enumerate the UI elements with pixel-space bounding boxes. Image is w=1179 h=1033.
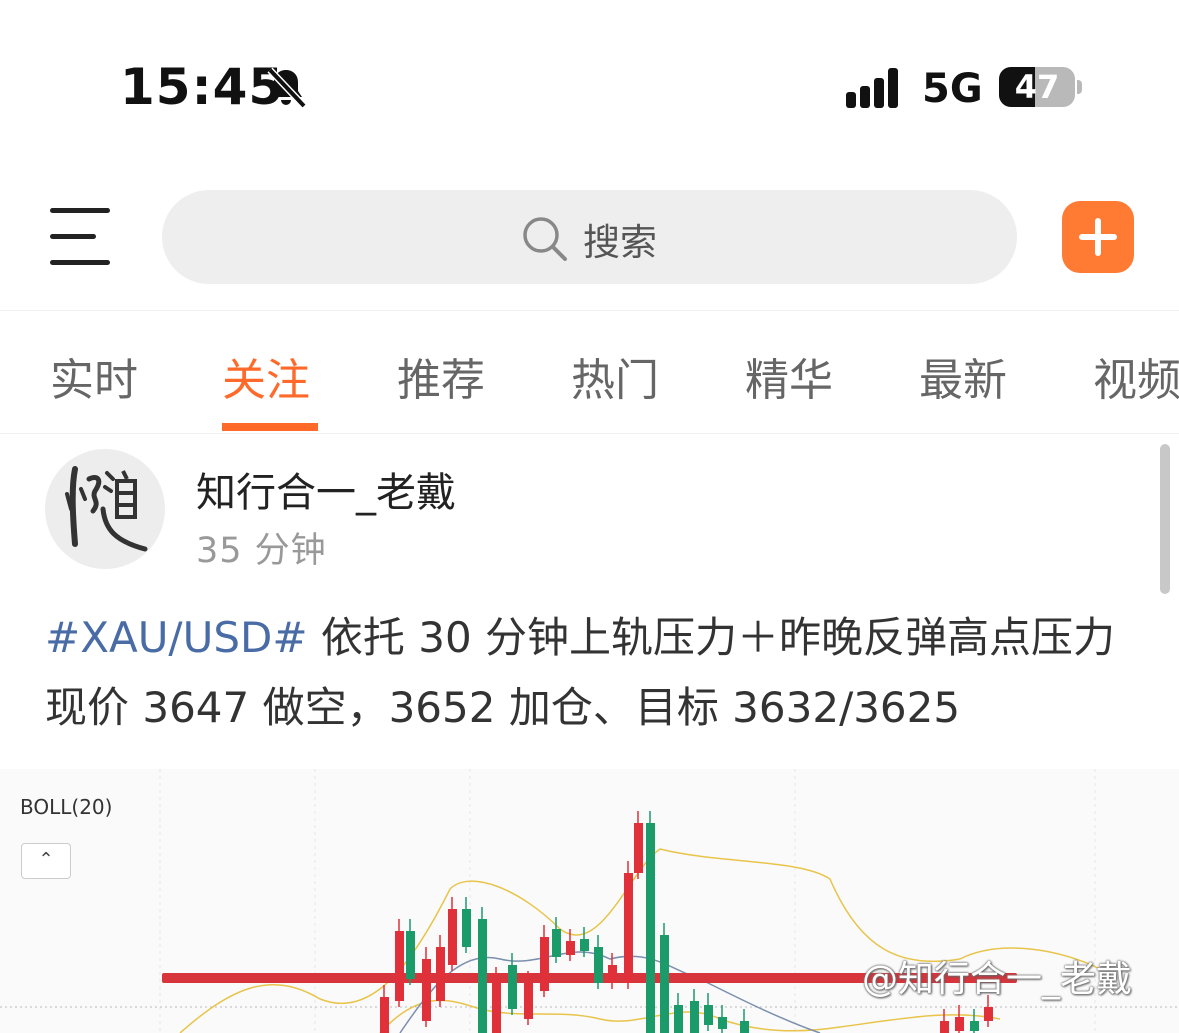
candle — [646, 823, 655, 1033]
post-author[interactable]: 知行合一_老戴 — [196, 460, 456, 518]
candle — [492, 979, 501, 1033]
candle — [540, 937, 549, 991]
bell-muted-icon — [267, 67, 307, 109]
candle — [608, 965, 617, 983]
candle — [448, 909, 457, 965]
candle — [422, 959, 431, 1021]
candle — [594, 947, 603, 983]
candle — [462, 909, 471, 947]
tab-hot[interactable]: 热门 — [571, 344, 659, 408]
battery-level: 47 — [1014, 68, 1060, 106]
candle — [970, 1021, 979, 1031]
add-post-button[interactable] — [1062, 201, 1134, 273]
candle — [984, 1007, 993, 1021]
post-text: #XAU/USD# 依托 30 分钟上轨压力＋昨晚反弹高点压力现价 3647 做… — [45, 603, 1145, 743]
status-time: 15:45 — [120, 58, 285, 116]
candle — [690, 1001, 699, 1033]
tab-recommended[interactable]: 推荐 — [397, 344, 485, 408]
candle — [634, 823, 643, 873]
candle — [566, 941, 575, 955]
battery-tip — [1077, 80, 1082, 94]
candle — [508, 965, 517, 1009]
candle — [704, 1005, 713, 1025]
candle — [478, 919, 487, 1033]
candle — [624, 873, 633, 983]
candle — [940, 1021, 949, 1033]
tab-realtime[interactable]: 实时 — [50, 344, 138, 408]
network-type: 5G — [922, 66, 983, 112]
indicator-label: BOLL(20) — [20, 795, 113, 819]
boll-upper-band — [179, 848, 1101, 1033]
candle — [660, 935, 669, 1033]
candle — [674, 1005, 683, 1033]
search-placeholder: 搜索 — [583, 221, 657, 264]
candle — [955, 1017, 964, 1031]
menu-icon[interactable] — [50, 208, 112, 266]
candle — [395, 931, 404, 1001]
cellular-signal-icon — [846, 68, 898, 108]
candle — [740, 1021, 749, 1033]
candle — [406, 931, 415, 979]
search-icon — [523, 217, 567, 261]
candle — [380, 997, 389, 1033]
tab-latest[interactable]: 最新 — [919, 344, 1007, 408]
chevron-up-icon[interactable]: ⌃ — [21, 843, 71, 879]
tab-video[interactable]: 视频 — [1093, 344, 1179, 408]
hashtag-link[interactable]: #XAU/USD# — [45, 613, 308, 662]
avatar-calligraphy-logo — [65, 466, 148, 552]
candle — [552, 929, 561, 957]
watermark: @知行合一_老戴 — [862, 959, 1133, 1000]
scrollbar[interactable] — [1160, 444, 1170, 594]
candle — [436, 947, 445, 1001]
candle — [524, 983, 533, 1019]
avatar[interactable] — [45, 449, 165, 569]
battery-icon: 47 — [999, 67, 1075, 107]
tab-following[interactable]: 关注 — [222, 344, 310, 408]
candle — [580, 939, 589, 951]
tab-featured[interactable]: 精华 — [745, 344, 833, 408]
candle — [718, 1017, 727, 1029]
active-tab-indicator — [222, 423, 318, 431]
post-time: 35 分钟 — [196, 531, 327, 571]
